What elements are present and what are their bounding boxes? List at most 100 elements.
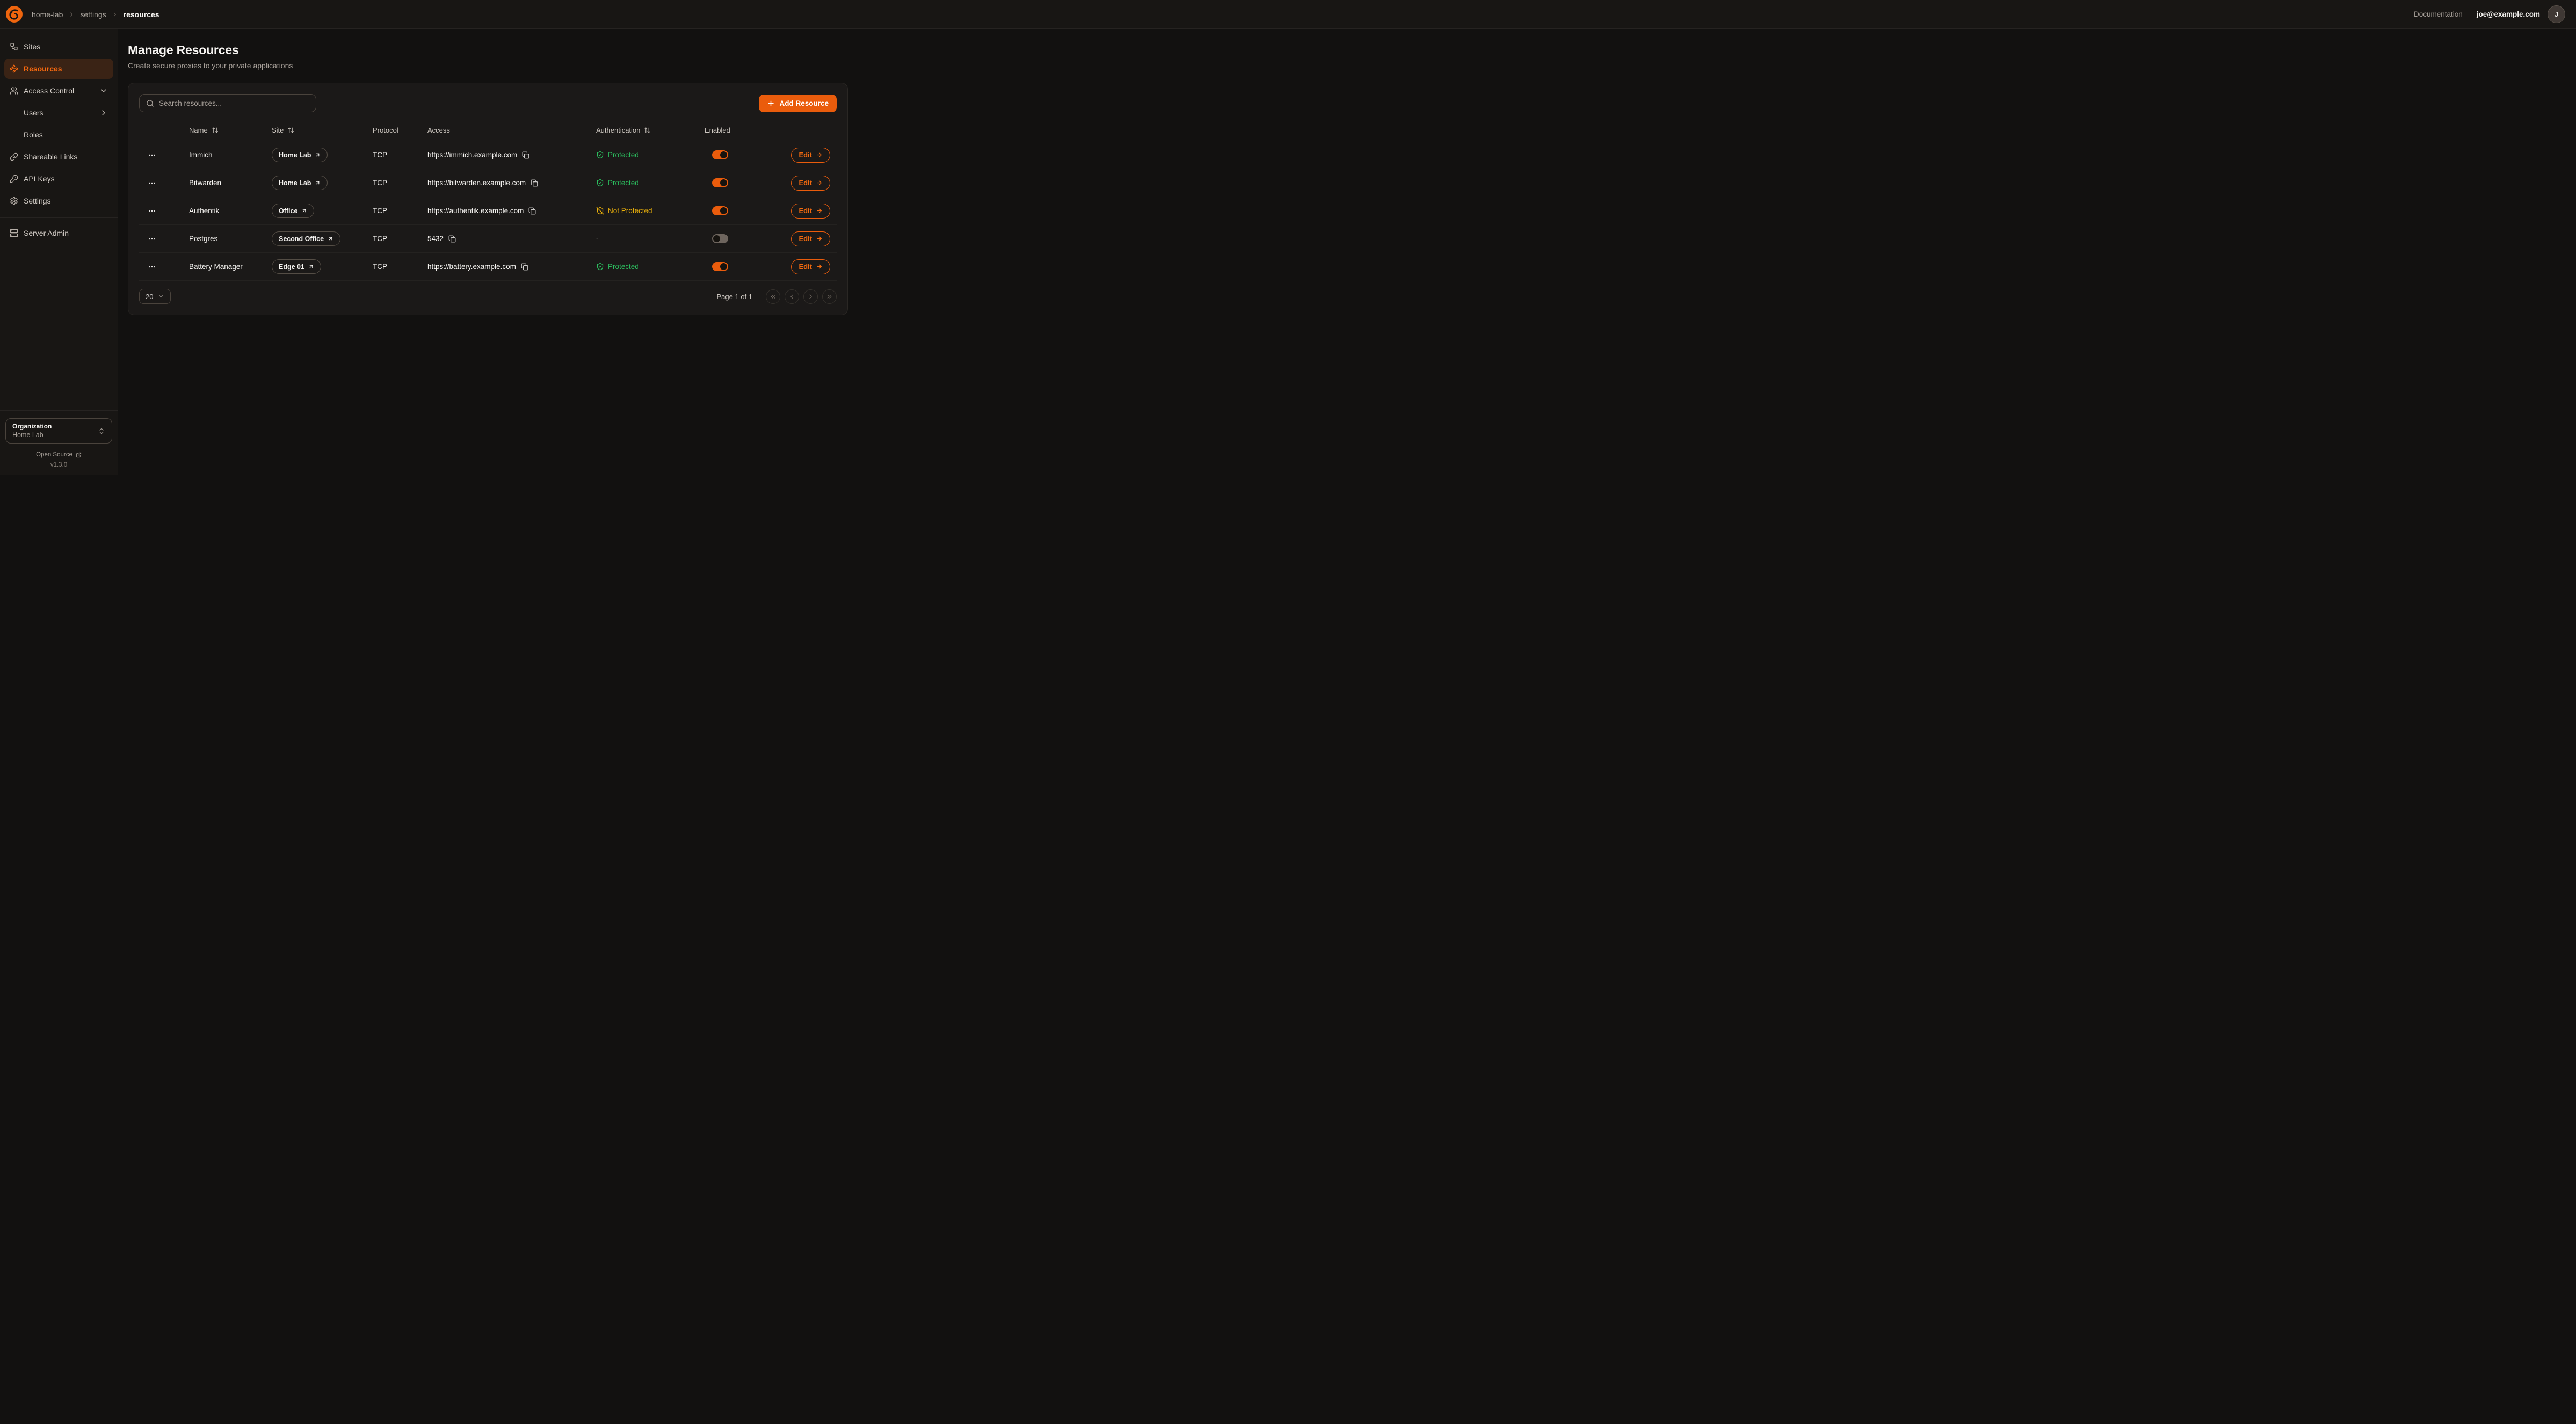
open-source-label: Open Source: [36, 452, 72, 458]
enabled-toggle[interactable]: [712, 150, 728, 159]
protocol-value: TCP: [373, 179, 427, 187]
row-menu-button[interactable]: [145, 204, 159, 218]
enabled-toggle[interactable]: [712, 178, 728, 187]
edit-button[interactable]: Edit: [791, 148, 830, 163]
site-link-button[interactable]: Home Lab: [272, 176, 328, 190]
table-row: Immich Home Lab TCP https://immich.examp…: [139, 141, 837, 169]
chevron-right-icon: [99, 108, 108, 117]
sidebar-divider: [0, 217, 118, 218]
sidebar-item-shareable-links[interactable]: Shareable Links: [4, 147, 113, 167]
site-name: Home Lab: [279, 179, 311, 187]
previous-page-button[interactable]: [785, 289, 799, 304]
breadcrumb: home-lab settings resources: [32, 10, 159, 19]
header-access: Access: [427, 126, 596, 134]
page-size-value: 20: [146, 293, 153, 301]
shield-check-icon: [596, 263, 604, 271]
edit-button[interactable]: Edit: [791, 259, 830, 274]
table-row: Postgres Second Office TCP 5432 - Edit: [139, 225, 837, 253]
site-link-button[interactable]: Home Lab: [272, 148, 328, 162]
first-page-button[interactable]: [766, 289, 780, 304]
ellipsis-icon: [148, 207, 156, 215]
enabled-toggle[interactable]: [712, 234, 728, 243]
edit-button[interactable]: Edit: [791, 204, 830, 219]
sidebar-item-resources[interactable]: Resources: [4, 59, 113, 79]
edit-button[interactable]: Edit: [791, 176, 830, 191]
pangolin-logo-icon[interactable]: [5, 5, 23, 23]
access-url: https://battery.example.com: [427, 263, 516, 271]
add-resource-button[interactable]: Add Resource: [759, 95, 837, 112]
app-shell: Sites Resources Access Control Users Rol…: [0, 0, 859, 475]
sidebar-item-label: Resources: [24, 64, 62, 73]
arrow-up-right-icon: [328, 236, 333, 242]
next-page-button[interactable]: [803, 289, 818, 304]
site-name: Edge 01: [279, 263, 304, 271]
sidebar-item-label: Server Admin: [24, 229, 69, 237]
sort-icon[interactable]: [212, 127, 219, 134]
resource-name: Postgres: [189, 235, 272, 243]
chevrons-right-icon: [826, 293, 833, 300]
sidebar-item-api-keys[interactable]: API Keys: [4, 169, 113, 189]
arrow-up-right-icon: [315, 152, 321, 158]
ellipsis-icon: [148, 179, 156, 187]
site-name: Office: [279, 207, 297, 215]
chevrons-left-icon: [770, 293, 777, 300]
open-source-link[interactable]: Open Source: [5, 452, 112, 458]
sidebar-item-server-admin[interactable]: Server Admin: [4, 223, 113, 243]
page-size-select[interactable]: 20: [139, 289, 171, 304]
chevron-down-icon: [99, 86, 108, 95]
last-page-button[interactable]: [822, 289, 837, 304]
ellipsis-icon: [148, 151, 156, 159]
sidebar-item-label: API Keys: [24, 175, 55, 183]
sort-icon[interactable]: [644, 127, 651, 134]
copy-icon[interactable]: [522, 151, 529, 159]
sidebar-item-users[interactable]: Users: [4, 103, 113, 123]
enabled-toggle[interactable]: [712, 206, 728, 215]
topbar-right: Documentation joe@example.com J: [2414, 5, 2565, 23]
sidebar-item-access-control[interactable]: Access Control: [4, 81, 113, 101]
copy-icon[interactable]: [448, 235, 456, 243]
ellipsis-icon: [148, 263, 156, 271]
breadcrumb-settings[interactable]: settings: [80, 10, 106, 19]
header-site: Site: [272, 126, 373, 134]
row-menu-button[interactable]: [145, 232, 159, 246]
row-menu-button[interactable]: [145, 176, 159, 190]
auth-status: Protected: [596, 151, 705, 159]
breadcrumb-org[interactable]: home-lab: [32, 10, 63, 19]
copy-icon[interactable]: [521, 263, 528, 271]
top-bar: home-lab settings resources Documentatio…: [0, 0, 2576, 29]
site-link-button[interactable]: Edge 01: [272, 259, 321, 274]
sidebar: Sites Resources Access Control Users Rol…: [0, 29, 118, 475]
sidebar-item-roles[interactable]: Roles: [4, 125, 113, 145]
page-info: Page 1 of 1: [717, 293, 753, 301]
copy-icon[interactable]: [528, 207, 536, 215]
organization-selector[interactable]: Organization Home Lab: [5, 418, 112, 444]
site-link-button[interactable]: Office: [272, 204, 314, 218]
access-url: 5432: [427, 235, 444, 243]
resource-name: Immich: [189, 151, 272, 159]
documentation-link[interactable]: Documentation: [2414, 10, 2463, 18]
enabled-toggle[interactable]: [712, 262, 728, 271]
key-icon: [10, 175, 18, 183]
edit-button[interactable]: Edit: [791, 231, 830, 246]
site-name: Home Lab: [279, 151, 311, 159]
auth-status: -: [596, 235, 705, 243]
copy-icon[interactable]: [531, 179, 538, 187]
search-icon: [146, 99, 154, 107]
sort-icon[interactable]: [287, 127, 294, 134]
auth-status: Protected: [596, 263, 705, 271]
sidebar-item-settings[interactable]: Settings: [4, 191, 113, 211]
site-link-button[interactable]: Second Office: [272, 231, 340, 246]
search-input[interactable]: [159, 99, 309, 107]
protocol-value: TCP: [373, 151, 427, 159]
protocol-value: TCP: [373, 263, 427, 271]
page-title: Manage Resources: [128, 43, 848, 57]
arrow-up-right-icon: [315, 180, 321, 186]
arrow-right-icon: [816, 235, 823, 242]
app-version: v1.3.0: [5, 462, 112, 468]
resources-card: Add Resource Name Site Protocol Access A…: [128, 83, 848, 315]
row-menu-button[interactable]: [145, 148, 159, 162]
row-menu-button[interactable]: [145, 260, 159, 274]
table-header: Name Site Protocol Access Authentication…: [139, 120, 837, 141]
avatar[interactable]: J: [2548, 5, 2565, 23]
sidebar-item-sites[interactable]: Sites: [4, 37, 113, 57]
